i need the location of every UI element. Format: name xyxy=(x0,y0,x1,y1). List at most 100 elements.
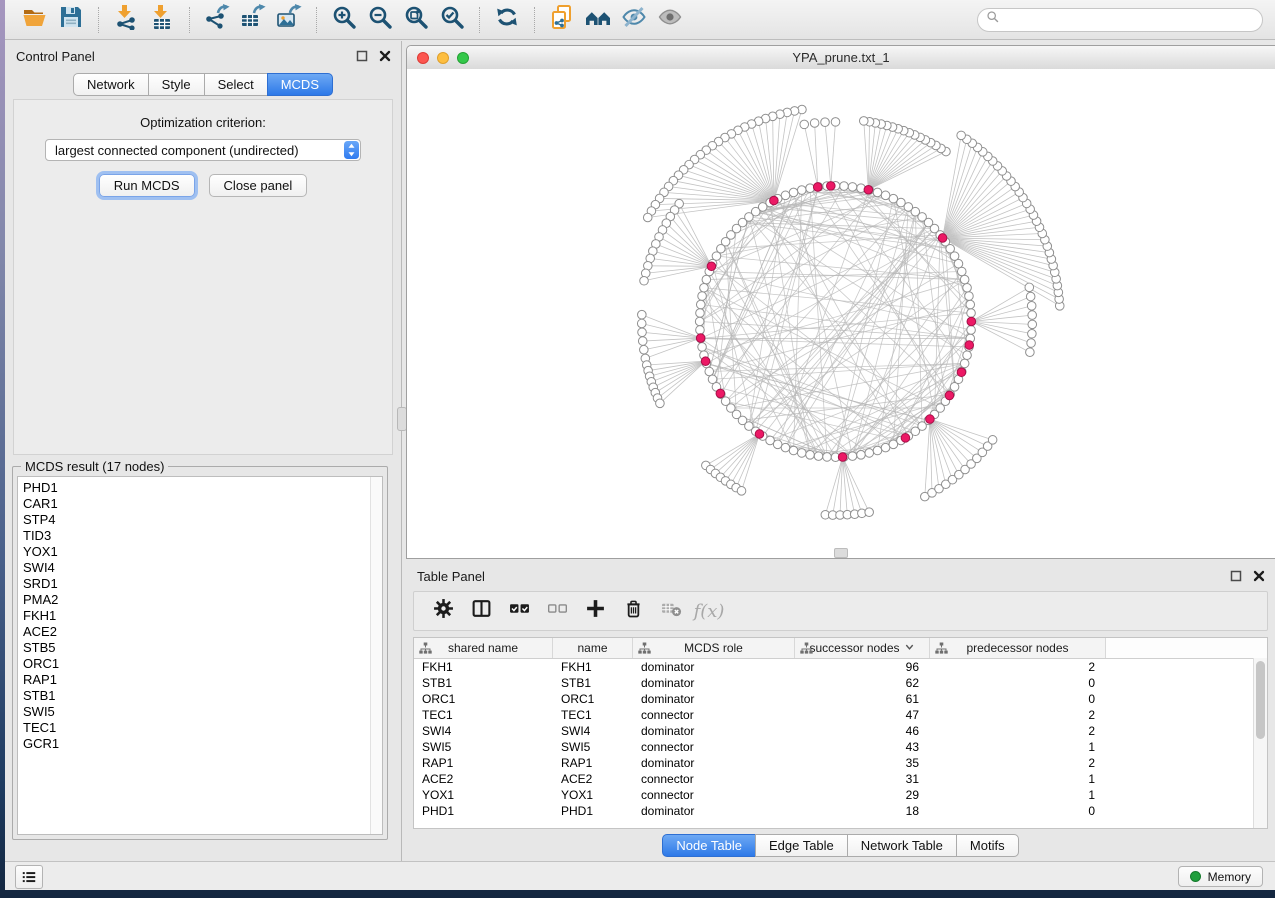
mcds-result-item[interactable]: CAR1 xyxy=(18,496,382,512)
open-button[interactable] xyxy=(17,4,53,36)
horizontal-splitter-handle[interactable] xyxy=(834,548,848,558)
float-panel-icon[interactable] xyxy=(356,50,368,62)
tab-motifs[interactable]: Motifs xyxy=(956,834,1019,857)
table-row[interactable]: SWI4SWI4dominator462 xyxy=(414,723,1267,739)
export-network-button[interactable] xyxy=(199,4,235,36)
tab-mcds[interactable]: MCDS xyxy=(267,73,333,96)
first-neighbors-button[interactable] xyxy=(580,4,616,36)
table-row[interactable]: RAP1RAP1dominator352 xyxy=(414,755,1267,771)
mcds-result-item[interactable]: TID3 xyxy=(18,528,382,544)
table-scrollbar-thumb[interactable] xyxy=(1256,661,1265,739)
mcds-result-item[interactable]: FKH1 xyxy=(18,608,382,624)
tab-edge-table[interactable]: Edge Table xyxy=(755,834,848,857)
table-row[interactable]: STB1STB1dominator620 xyxy=(414,675,1267,691)
select-all-button[interactable] xyxy=(500,593,538,629)
criterion-select[interactable]: largest connected component (undirected) xyxy=(45,139,361,161)
mcds-result-item[interactable]: YOX1 xyxy=(18,544,382,560)
mcds-result-item[interactable]: PMA2 xyxy=(18,592,382,608)
search-input[interactable] xyxy=(1005,11,1254,28)
table-row[interactable]: TEC1TEC1connector472 xyxy=(414,707,1267,723)
zoom-selected-button[interactable] xyxy=(434,4,470,36)
float-panel-icon[interactable] xyxy=(1230,570,1242,582)
minimize-window-icon[interactable] xyxy=(437,52,449,64)
table-cell: PHD1 xyxy=(414,804,553,818)
mcds-result-item[interactable]: RAP1 xyxy=(18,672,382,688)
network-canvas[interactable] xyxy=(407,69,1275,558)
mcds-result-item[interactable]: SRD1 xyxy=(18,576,382,592)
maximize-window-icon[interactable] xyxy=(457,52,469,64)
export-table-button[interactable] xyxy=(235,4,271,36)
mcds-result-item[interactable]: STP4 xyxy=(18,512,382,528)
table-row[interactable]: PHD1PHD1dominator180 xyxy=(414,803,1267,819)
column-header-predecessor-nodes[interactable]: predecessor nodes xyxy=(930,638,1106,658)
export-image-button[interactable] xyxy=(271,4,307,36)
task-history-button[interactable] xyxy=(15,865,43,889)
mcds-result-item[interactable]: ACE2 xyxy=(18,624,382,640)
table-panel-title: Table Panel xyxy=(417,569,485,584)
mcds-result-item[interactable]: SWI4 xyxy=(18,560,382,576)
hide-selected-button[interactable] xyxy=(616,4,652,36)
zoom-fit-button[interactable] xyxy=(398,4,434,36)
delete-button[interactable] xyxy=(614,593,652,629)
close-panel-icon[interactable] xyxy=(379,50,391,62)
mcds-list-scrollbar[interactable] xyxy=(370,477,382,834)
mcds-result-item[interactable]: TEC1 xyxy=(18,720,382,736)
table-cell: dominator xyxy=(633,692,795,706)
mcds-result-list[interactable]: PHD1CAR1STP4TID3YOX1SWI4SRD1PMA2FKH1ACE2… xyxy=(17,476,383,835)
close-panel-icon[interactable] xyxy=(1253,570,1265,582)
mcds-result-item[interactable]: ORC1 xyxy=(18,656,382,672)
table-scrollbar[interactable] xyxy=(1253,658,1267,828)
show-all-button[interactable] xyxy=(652,4,688,36)
close-window-icon[interactable] xyxy=(417,52,429,64)
network-window: YPA_prune.txt_1 xyxy=(406,45,1275,559)
table-row[interactable]: FKH1FKH1dominator962 xyxy=(414,659,1267,675)
import-network-button[interactable] xyxy=(108,4,144,36)
zoom-out-button[interactable] xyxy=(362,4,398,36)
table-cell: 31 xyxy=(795,772,930,786)
table-body: FKH1FKH1dominator962STB1STB1dominator620… xyxy=(414,659,1267,819)
import-table-button[interactable] xyxy=(144,4,180,36)
table-panel-window-buttons xyxy=(1230,570,1265,582)
new-network-from-selection-button[interactable] xyxy=(544,4,580,36)
save-button[interactable] xyxy=(53,4,89,36)
toggle-columns-button[interactable] xyxy=(462,593,500,629)
mcds-result-item[interactable]: PHD1 xyxy=(18,480,382,496)
zoom-in-icon xyxy=(331,4,357,35)
search-box[interactable] xyxy=(977,8,1263,32)
column-header-shared-name[interactable]: shared name xyxy=(414,638,553,658)
mcds-result-item[interactable]: STB1 xyxy=(18,688,382,704)
settings-button[interactable] xyxy=(424,593,462,629)
column-label: shared name xyxy=(448,641,518,655)
zoom-in-button[interactable] xyxy=(326,4,362,36)
zoom-out-icon xyxy=(367,4,393,35)
tab-network-table[interactable]: Network Table xyxy=(847,834,957,857)
column-header-mcds-role[interactable]: MCDS role xyxy=(633,638,795,658)
mcds-result-item[interactable]: GCR1 xyxy=(18,736,382,752)
table-cell: RAP1 xyxy=(414,756,553,770)
mcds-result-title: MCDS result (17 nodes) xyxy=(21,459,168,474)
close-panel-button[interactable]: Close panel xyxy=(209,174,308,197)
tab-select[interactable]: Select xyxy=(204,73,268,96)
table-cell: connector xyxy=(633,772,795,786)
tab-node-table[interactable]: Node Table xyxy=(662,834,756,857)
table-row[interactable]: ORC1ORC1dominator610 xyxy=(414,691,1267,707)
column-header-successor-nodes[interactable]: successor nodes xyxy=(795,638,930,658)
table-cell: TEC1 xyxy=(553,708,633,722)
tab-network[interactable]: Network xyxy=(73,73,149,96)
mcds-result-item[interactable]: SWI5 xyxy=(18,704,382,720)
toolbar-separator xyxy=(316,7,317,33)
table-row[interactable]: ACE2ACE2connector311 xyxy=(414,771,1267,787)
apply-preferred-layout-button[interactable] xyxy=(489,4,525,36)
memory-button[interactable]: Memory xyxy=(1178,866,1263,887)
add-button[interactable] xyxy=(576,593,614,629)
deselect-all-button[interactable] xyxy=(538,593,576,629)
table-cell: 0 xyxy=(930,692,1106,706)
apply-preferred-layout-icon xyxy=(494,4,520,35)
mcds-result-item[interactable]: STB5 xyxy=(18,640,382,656)
table-row[interactable]: SWI5SWI5connector431 xyxy=(414,739,1267,755)
select-all-icon xyxy=(509,598,530,624)
run-mcds-button[interactable]: Run MCDS xyxy=(99,174,195,197)
column-header-name[interactable]: name xyxy=(553,638,633,658)
tab-style[interactable]: Style xyxy=(148,73,205,96)
table-row[interactable]: YOX1YOX1connector291 xyxy=(414,787,1267,803)
